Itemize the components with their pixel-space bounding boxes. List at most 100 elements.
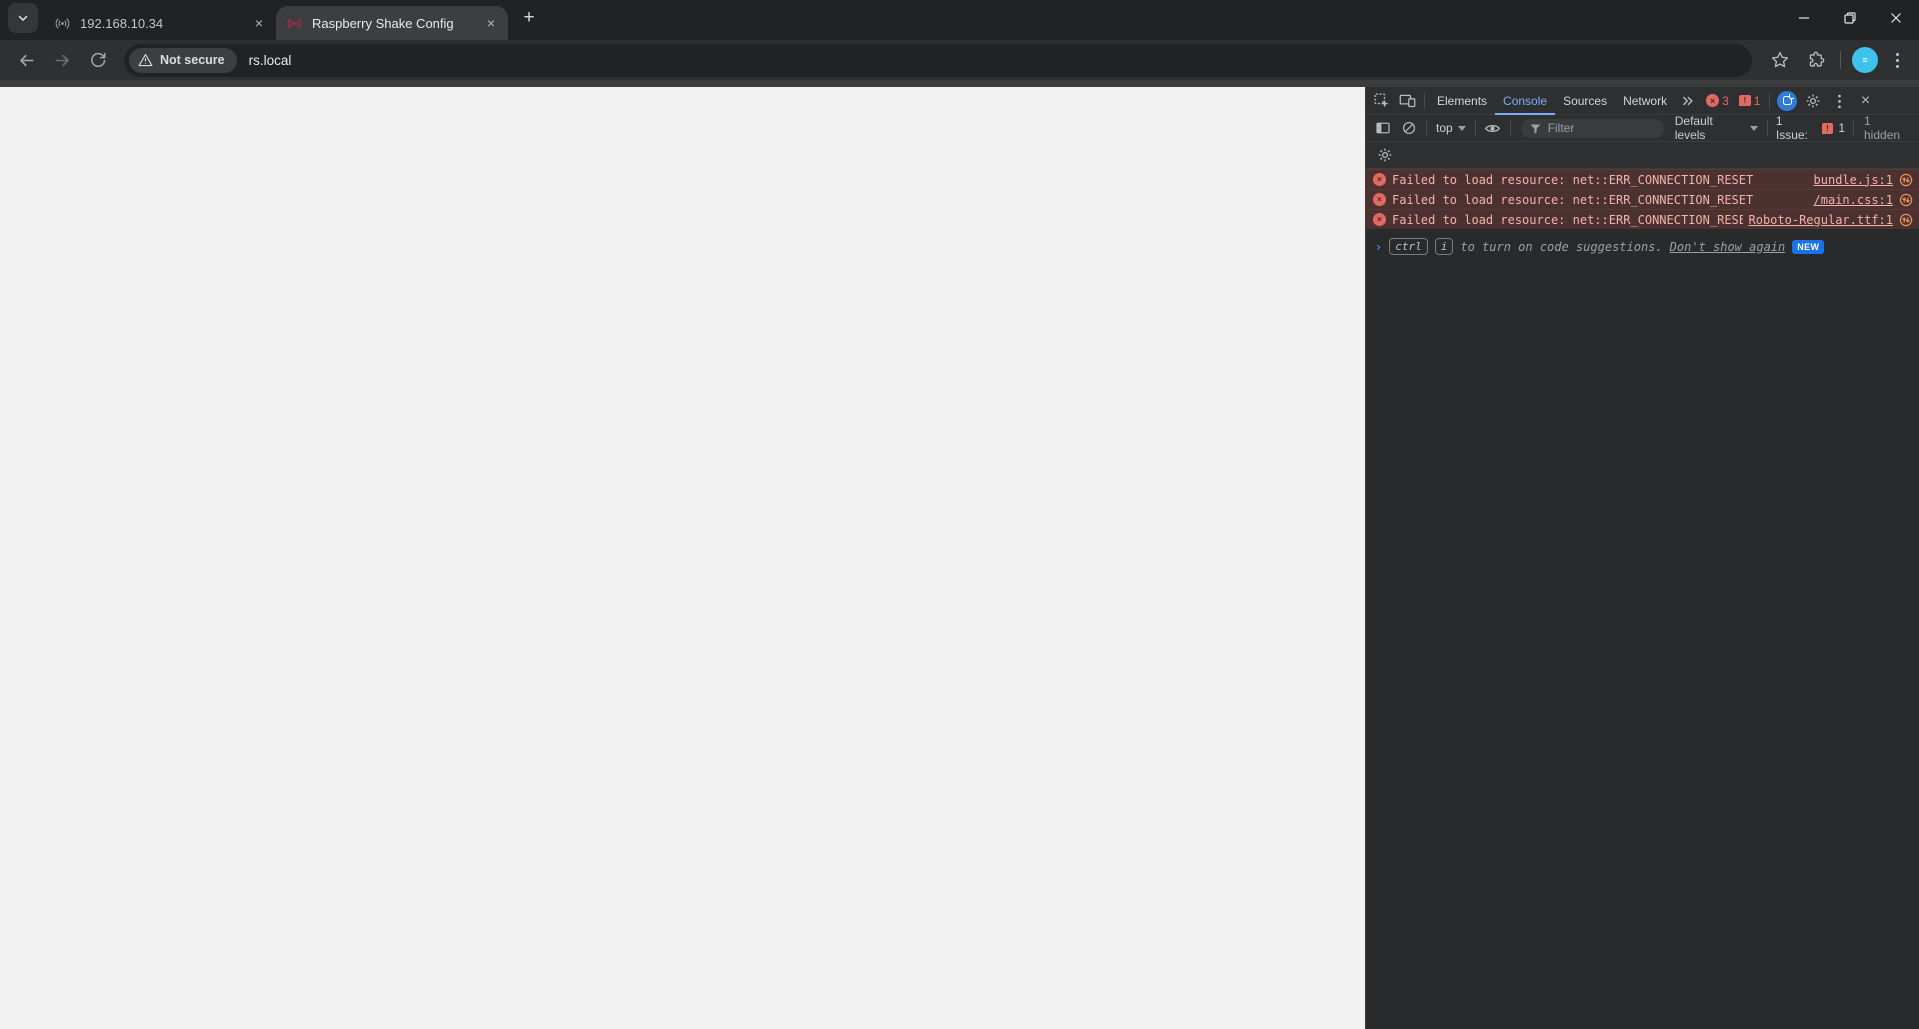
avatar-glyph: ≡ [1862, 55, 1868, 65]
back-button[interactable] [10, 44, 42, 76]
error-circle-icon: × [1706, 94, 1720, 107]
minimize-button[interactable] [1781, 0, 1827, 36]
tab-close-icon[interactable]: × [250, 14, 268, 32]
tab-network[interactable]: Network [1615, 87, 1675, 115]
live-expression-button[interactable] [1480, 115, 1506, 141]
console-settings-button[interactable] [1372, 142, 1398, 168]
warning-icon [138, 54, 153, 67]
devtools-divider [1426, 120, 1427, 136]
minimize-icon [1799, 17, 1809, 19]
devtools-close-button[interactable]: × [1852, 88, 1878, 114]
back-icon [19, 54, 33, 66]
suggestion-hint: to turn on code suggestions. [1460, 239, 1663, 254]
clear-console-icon [1402, 121, 1416, 135]
extensions-button[interactable] [1801, 45, 1831, 75]
tab-label: Elements [1437, 93, 1488, 108]
tab-search-button[interactable] [8, 2, 38, 33]
blue-companion-icon [1777, 90, 1798, 111]
caret-down-icon [1457, 125, 1466, 131]
toolbar-divider [1840, 51, 1841, 69]
issues-counter[interactable]: 1 Issue: ! 1 [1772, 114, 1849, 142]
forward-button[interactable] [46, 44, 78, 76]
new-tab-button[interactable]: + [514, 3, 544, 33]
key-ctrl: ctrl [1389, 238, 1428, 255]
console-error-badge[interactable]: × 3 [1706, 94, 1729, 108]
network-request-icon[interactable] [1899, 193, 1913, 207]
reload-button[interactable] [82, 44, 114, 76]
tab-console[interactable]: Console [1495, 87, 1555, 115]
dont-show-again-link[interactable]: Don't show again [1670, 240, 1786, 254]
tab-elements[interactable]: Elements [1429, 87, 1495, 115]
bookmark-star-button[interactable] [1765, 45, 1795, 75]
prompt-chevron-icon: › [1375, 239, 1383, 254]
error-message: Failed to load resource: net::ERR_CONNEC… [1392, 172, 1754, 187]
issue-chip-icon: ! [1738, 95, 1751, 106]
devtools-divider [1474, 120, 1476, 136]
console-error-row: × Failed to load resource: net::ERR_CONN… [1366, 189, 1919, 209]
javascript-context-dropdown[interactable]: top [1431, 121, 1471, 135]
issues-badge[interactable]: ! 1 [1738, 94, 1760, 108]
browser-window: 192.168.10.34 × Raspberry Shake Config ×… [0, 0, 1919, 1029]
address-bar[interactable]: Not secure rs.local [124, 43, 1752, 77]
devtools-companion-button[interactable] [1774, 88, 1800, 114]
tab-close-icon[interactable]: × [482, 14, 500, 32]
shake-favicon-red-icon [287, 17, 302, 29]
restore-button[interactable] [1827, 0, 1873, 36]
security-chip[interactable]: Not secure [129, 47, 237, 73]
error-message: Failed to load resource: net::ERR_CONNEC… [1392, 192, 1754, 207]
chevron-down-icon [18, 15, 28, 21]
error-circle-icon: × [1373, 213, 1386, 226]
new-badge: NEW [1792, 239, 1825, 254]
url-text[interactable]: rs.local [249, 53, 292, 68]
clear-console-button[interactable] [1396, 115, 1422, 141]
tab-title: Raspberry Shake Config [312, 15, 454, 31]
forward-icon [55, 54, 69, 66]
inspect-element-button[interactable] [1368, 88, 1394, 114]
filter-input[interactable] [1547, 121, 1656, 135]
devtools-menu-button[interactable] [1826, 88, 1852, 114]
browser-menu-button[interactable] [1883, 46, 1911, 74]
tab-192-168-10-34[interactable]: 192.168.10.34 × [44, 6, 276, 40]
more-tabs-button[interactable] [1675, 88, 1701, 114]
levels-label: Default levels [1674, 114, 1713, 142]
page-viewport[interactable] [0, 87, 1365, 1029]
reload-icon [91, 52, 106, 68]
key-i: i [1434, 238, 1454, 255]
error-source-link[interactable]: bundle.js:1 [1814, 173, 1893, 187]
devtools-divider [1424, 92, 1425, 109]
devtools-divider [1509, 120, 1511, 136]
issue-chip-icon: ! [1821, 122, 1834, 134]
tab-title: 192.168.10.34 [80, 15, 164, 31]
profile-avatar[interactable]: ≡ [1852, 47, 1878, 73]
device-toolbar-button[interactable] [1394, 88, 1420, 114]
hidden-messages-label: 1 hidden [1864, 114, 1901, 142]
star-icon [1771, 51, 1789, 68]
inspect-cursor-icon [1373, 93, 1388, 108]
console-sidebar-toggle[interactable] [1370, 115, 1396, 141]
context-label: top [1436, 121, 1453, 135]
error-source-link[interactable]: /main.css:1 [1814, 193, 1893, 207]
devtools-panel: Elements Console Sources Network × 3 ! 1 [1365, 87, 1919, 1029]
network-request-icon[interactable] [1899, 213, 1913, 227]
tab-sources[interactable]: Sources [1555, 87, 1615, 115]
error-source-link[interactable]: Roboto-Regular.ttf:1 [1749, 213, 1894, 227]
tab-raspberry-shake-config[interactable]: Raspberry Shake Config × [276, 6, 508, 40]
devtools-divider [1769, 92, 1771, 109]
window-controls [1781, 0, 1919, 36]
caret-down-icon [1749, 125, 1758, 131]
security-label: Not secure [160, 53, 225, 67]
devtools-divider [1766, 120, 1768, 136]
close-window-button[interactable] [1873, 0, 1919, 36]
filter-funnel-icon [1530, 123, 1541, 134]
tab-label: Network [1623, 93, 1668, 108]
console-prompt[interactable]: › ctrl i to turn on code suggestions. Do… [1366, 229, 1919, 255]
console-settings-row [1366, 142, 1919, 169]
devtools-settings-button[interactable] [1800, 88, 1826, 114]
console-filter[interactable] [1520, 118, 1664, 138]
device-toolbar-icon [1399, 94, 1415, 108]
content-row: Elements Console Sources Network × 3 ! 1 [0, 87, 1919, 1029]
network-request-icon[interactable] [1899, 173, 1913, 187]
log-levels-dropdown[interactable]: Default levels [1670, 114, 1763, 142]
devtools-tabbar: Elements Console Sources Network × 3 ! 1 [1366, 87, 1919, 115]
devtools-divider [1853, 120, 1854, 136]
